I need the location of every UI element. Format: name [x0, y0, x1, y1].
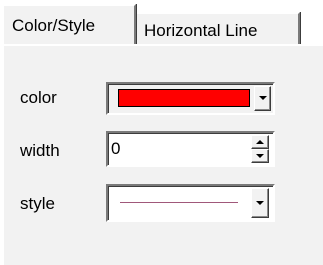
spin-down-icon — [256, 154, 264, 158]
spin-up-button[interactable] — [251, 135, 269, 149]
tab-horizontal-line[interactable]: Horizontal Line — [136, 12, 300, 46]
style-label: style — [20, 194, 55, 213]
color-label: color — [20, 88, 57, 107]
properties-dialog: Color/Style Horizontal Line color width … — [0, 0, 323, 265]
width-label: width — [20, 141, 60, 160]
chevron-down-icon — [259, 96, 267, 100]
tab-horizontal-line-label: Horizontal Line — [144, 21, 258, 40]
chevron-down-icon — [256, 201, 264, 205]
style-dropdown[interactable] — [106, 184, 275, 222]
spin-down-button[interactable] — [251, 149, 269, 163]
color-dropdown-button[interactable] — [254, 86, 271, 111]
line-style-preview — [120, 202, 238, 203]
panel-divider — [136, 44, 323, 46]
spin-up-icon — [256, 140, 264, 144]
color-swatch — [118, 89, 250, 107]
tab-color-style-label: Color/Style — [12, 16, 96, 35]
tab-color-style[interactable]: Color/Style — [2, 4, 136, 44]
width-input[interactable]: 0 — [111, 139, 120, 159]
width-spinbox[interactable]: 0 — [106, 131, 275, 167]
color-dropdown[interactable] — [106, 82, 275, 115]
style-dropdown-button[interactable] — [251, 188, 269, 218]
